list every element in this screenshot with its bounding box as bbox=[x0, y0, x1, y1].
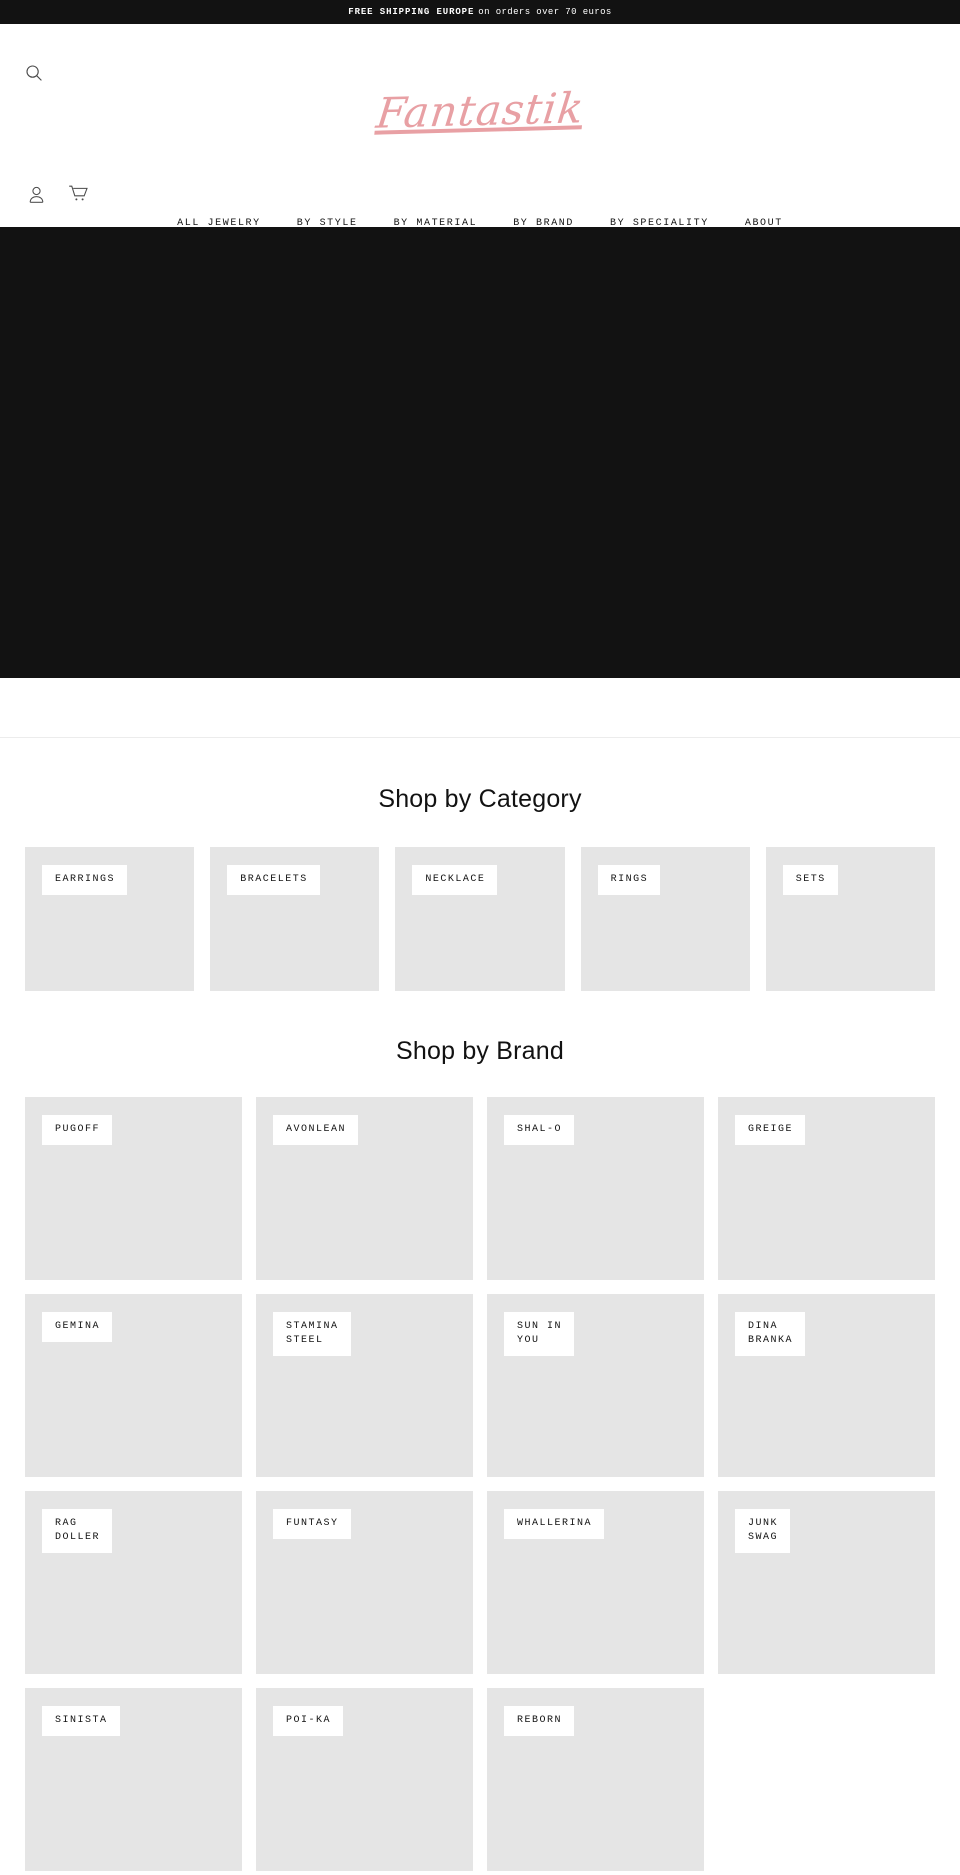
nav-item-by-style[interactable]: BY STYLE bbox=[279, 212, 376, 235]
brand-tile-funtasy[interactable]: FUNTASY bbox=[256, 1491, 473, 1674]
brand-tile-label: WHALLERINA bbox=[504, 1509, 605, 1539]
brand-tile-rag-doller[interactable]: RAG DOLLER bbox=[25, 1491, 242, 1674]
brand-tile-label: POI-KA bbox=[273, 1706, 344, 1736]
brand-tile-grid: PUGOFF AVONLEAN SHAL-O GREIGE GEMINA STA… bbox=[25, 1097, 935, 1871]
brand-section-title: Shop by Brand bbox=[396, 1037, 564, 1065]
brand-tile-label: STAMINA STEEL bbox=[273, 1312, 351, 1356]
category-tile-label: RINGS bbox=[597, 865, 661, 895]
brand-tile-sun-in-you[interactable]: SUN IN YOU bbox=[487, 1294, 704, 1477]
brand-tile-label: DINA BRANKA bbox=[735, 1312, 806, 1356]
brand-tile-sinista[interactable]: SINISTA bbox=[25, 1688, 242, 1871]
announcement-bar: FREE SHIPPING EUROPE on orders over 70 e… bbox=[0, 0, 960, 24]
brand-tile-dina-branka[interactable]: DINA BRANKA bbox=[718, 1294, 935, 1477]
hero-banner[interactable] bbox=[0, 227, 960, 678]
brand-tile-poi-ka[interactable]: POI-KA bbox=[256, 1688, 473, 1871]
brand-tile-label: PUGOFF bbox=[42, 1115, 113, 1145]
account-button[interactable] bbox=[28, 185, 45, 207]
category-tile-bracelets[interactable]: BRACELETS bbox=[210, 847, 380, 991]
nav-item-by-speciality[interactable]: BY SPECIALITY bbox=[592, 212, 727, 235]
brand-tile-shal-o[interactable]: SHAL-O bbox=[487, 1097, 704, 1280]
brand-tile-label: GEMINA bbox=[42, 1312, 113, 1342]
brand-tile-label: SINISTA bbox=[42, 1706, 120, 1736]
brand-tile-label: AVONLEAN bbox=[273, 1115, 359, 1145]
category-section-title: Shop by Category bbox=[378, 785, 582, 813]
category-tile-label: SETS bbox=[782, 865, 838, 895]
header-utility-icons bbox=[28, 184, 90, 207]
brand-tile-pugoff[interactable]: PUGOFF bbox=[25, 1097, 242, 1280]
announcement-bold-text: FREE SHIPPING EUROPE bbox=[348, 7, 475, 17]
shop-by-category-section: Shop by Category EARRINGS BRACELETS NECK… bbox=[0, 738, 960, 991]
brand-tile-label: FUNTASY bbox=[273, 1509, 351, 1539]
brand-tile-label: SHAL-O bbox=[504, 1115, 575, 1145]
category-tile-earrings[interactable]: EARRINGS bbox=[25, 847, 195, 991]
brand-tile-stamina-steel[interactable]: STAMINA STEEL bbox=[256, 1294, 473, 1477]
main-navigation: ALL JEWELRY BY STYLE BY MATERIAL BY BRAN… bbox=[0, 212, 960, 235]
account-person-icon bbox=[28, 185, 45, 207]
category-tile-label: EARRINGS bbox=[42, 865, 128, 895]
shop-by-brand-section: Shop by Brand PUGOFF AVONLEAN SHAL-O GRE… bbox=[0, 991, 960, 1871]
brand-tile-junk-swag[interactable]: JUNK SWAG bbox=[718, 1491, 935, 1674]
hero-bottom-spacer bbox=[0, 678, 960, 737]
category-tile-rings[interactable]: RINGS bbox=[580, 847, 750, 991]
brand-tile-avonlean[interactable]: AVONLEAN bbox=[256, 1097, 473, 1280]
brand-tile-greige[interactable]: GREIGE bbox=[718, 1097, 935, 1280]
nav-item-by-brand[interactable]: BY BRAND bbox=[495, 212, 592, 235]
nav-item-about[interactable]: ABOUT bbox=[727, 212, 801, 235]
category-tile-grid: EARRINGS BRACELETS NECKLACE RINGS SETS bbox=[25, 847, 935, 991]
category-tile-label: BRACELETS bbox=[227, 865, 320, 895]
category-tile-necklace[interactable]: NECKLACE bbox=[395, 847, 565, 991]
brand-tile-label: SUN IN YOU bbox=[504, 1312, 575, 1356]
category-tile-sets[interactable]: SETS bbox=[765, 847, 935, 991]
brand-tile-label: REBORN bbox=[504, 1706, 575, 1736]
announcement-rest-text: on orders over 70 euros bbox=[478, 7, 612, 17]
shopping-cart-icon bbox=[68, 184, 90, 207]
nav-item-all-jewelry[interactable]: ALL JEWELRY bbox=[159, 212, 279, 235]
nav-item-by-material[interactable]: BY MATERIAL bbox=[376, 212, 496, 235]
brand-tile-label: JUNK SWAG bbox=[735, 1509, 791, 1553]
brand-tile-label: RAG DOLLER bbox=[42, 1509, 113, 1553]
cart-button[interactable] bbox=[68, 184, 90, 207]
category-tile-label: NECKLACE bbox=[412, 865, 498, 895]
site-logo[interactable]: Fantastik bbox=[373, 77, 587, 144]
brand-tile-gemina[interactable]: GEMINA bbox=[25, 1294, 242, 1477]
brand-tile-reborn[interactable]: REBORN bbox=[487, 1688, 704, 1871]
brand-tile-whallerina[interactable]: WHALLERINA bbox=[487, 1491, 704, 1674]
logo-wrapper: Fantastik bbox=[0, 80, 960, 142]
brand-tile-label: GREIGE bbox=[735, 1115, 806, 1145]
site-header: Fantastik ALL JEWELRY BY STYLE BY MATERI… bbox=[0, 24, 960, 229]
